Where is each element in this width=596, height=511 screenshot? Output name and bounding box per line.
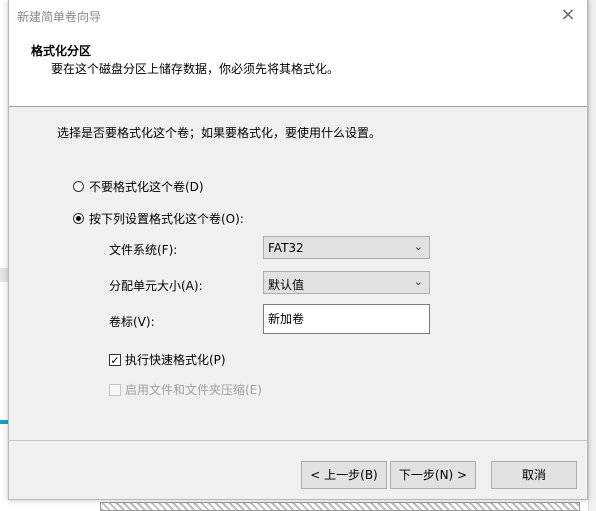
format-prompt: 选择是否要格式化这个卷；如果要格式化，要使用什么设置。 <box>57 126 382 140</box>
chevron-down-icon: ⌄ <box>413 240 423 253</box>
background-window-right <box>588 0 596 511</box>
quick-format-label: 执行快速格式化(P) <box>125 353 226 367</box>
allocation-unit-value: 默认值 <box>268 278 305 292</box>
volume-label-label: 卷标(V): <box>109 315 155 329</box>
page-title: 格式化分区 <box>31 44 92 58</box>
back-button[interactable]: < 上一步(B) <box>301 461 387 489</box>
background-scrollbar <box>100 502 580 511</box>
title-bar: 新建简单卷向导 × <box>9 0 587 30</box>
file-system-label: 文件系统(F): <box>109 243 178 257</box>
radio-format[interactable]: 按下列设置格式化这个卷(O): <box>73 210 244 227</box>
allocation-unit-label: 分配单元大小(A): <box>109 279 203 293</box>
wizard-header: 格式化分区 要在这个磁盘分区上储存数据，你必须先将其格式化。 <box>9 30 587 107</box>
background-window-left <box>0 0 8 511</box>
radio-button-icon[interactable] <box>73 181 84 192</box>
new-simple-volume-wizard: 新建简单卷向导 × 格式化分区 要在这个磁盘分区上储存数据，你必须先将其格式化。… <box>8 0 588 500</box>
page-subtitle: 要在这个磁盘分区上储存数据，你必须先将其格式化。 <box>51 62 340 76</box>
window-title: 新建简单卷向导 <box>17 10 102 24</box>
compression-checkbox: 启用文件和文件夹压缩(E) <box>109 381 262 398</box>
close-icon[interactable]: × <box>557 4 579 26</box>
compression-label: 启用文件和文件夹压缩(E) <box>125 383 262 397</box>
checkmark-icon[interactable]: ✓ <box>109 353 121 366</box>
radio-no-format-label: 不要格式化这个卷(D) <box>89 180 204 194</box>
radio-format-label: 按下列设置格式化这个卷(O): <box>89 212 244 226</box>
chevron-down-icon: ⌄ <box>413 275 423 288</box>
file-system-value: FAT32 <box>268 241 304 255</box>
volume-label-input[interactable]: 新加卷 <box>263 304 430 334</box>
background-band <box>0 268 8 282</box>
radio-no-format[interactable]: 不要格式化这个卷(D) <box>73 178 204 195</box>
quick-format-checkbox[interactable]: ✓ 执行快速格式化(P) <box>109 351 226 368</box>
allocation-unit-select[interactable]: 默认值 ⌄ <box>263 271 430 294</box>
background-band <box>0 420 8 424</box>
footer-divider <box>9 440 587 441</box>
file-system-select[interactable]: FAT32 ⌄ <box>263 236 430 259</box>
next-button[interactable]: 下一步(N) > <box>390 461 476 489</box>
radio-button-selected-icon[interactable] <box>73 213 84 224</box>
cancel-button[interactable]: 取消 <box>491 461 577 489</box>
volume-label-value: 新加卷 <box>268 312 305 326</box>
checkbox-disabled-icon <box>109 383 121 396</box>
